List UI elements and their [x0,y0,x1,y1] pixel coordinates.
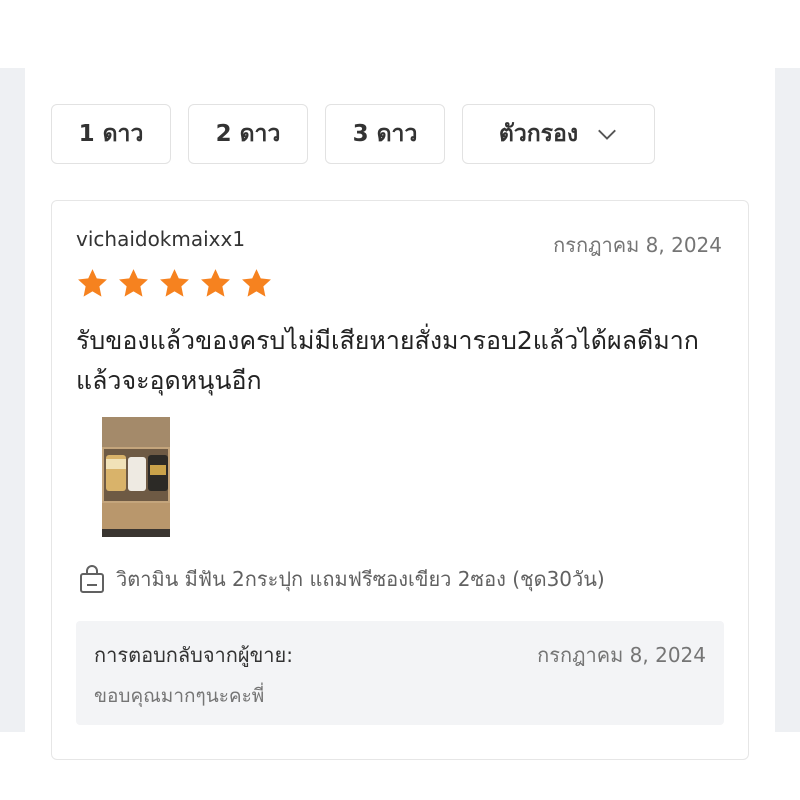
right-background-strip [775,68,800,732]
seller-reply-text: ขอบคุณมากๆนะคะพี่ [94,685,265,707]
seller-reply-title: การตอบกลับจากผู้ขาย: [94,643,293,667]
filter-1-star[interactable]: 1 ดาว [51,104,171,164]
filter-2-star[interactable]: 2 ดาว [188,104,308,164]
reviews-panel: 1 ดาว 2 ดาว 3 ดาว ตัวกรอง vichaidokmaixx… [25,68,775,760]
filter-label: 1 ดาว [78,121,144,147]
filter-label: 2 ดาว [215,121,281,147]
variant-label: วิตามิน มีฟัน 2กระปุก แถมฟรีซองเขียว 2ซอ… [116,567,605,591]
review-photo-thumbnail[interactable] [102,417,170,537]
chevron-down-icon [598,129,616,140]
star-icon [242,269,271,297]
left-background-strip [0,68,25,732]
star-icon [160,269,189,297]
reviewer-username: vichaidokmaixx1 [76,227,246,251]
product-variant: วิตามิน มีฟัน 2กระปุก แถมฟรีซองเขียว 2ซอ… [78,563,605,595]
review-text: รับของแล้วของครบไม่มีเสียหายสั่งมารอบ2แล… [76,326,699,395]
filter-label: 3 ดาว [352,121,418,147]
product-photo-image [102,417,170,537]
star-icon [78,269,107,297]
filter-3-star[interactable]: 3 ดาว [325,104,445,164]
review-card: vichaidokmaixx1 กรกฎาคม 8, 2024 รับของแล… [51,200,749,760]
filter-label: ตัวกรอง [498,121,579,147]
seller-reply-date: กรกฎาคม 8, 2024 [537,643,706,667]
filter-dropdown[interactable]: ตัวกรอง [462,104,655,164]
star-icon [201,269,230,297]
star-rating [76,267,281,300]
review-date: กรกฎาคม 8, 2024 [553,233,722,257]
shopping-bag-icon [80,565,104,593]
star-icon [119,269,148,297]
seller-reply: การตอบกลับจากผู้ขาย: กรกฎาคม 8, 2024 ขอบ… [76,621,724,725]
